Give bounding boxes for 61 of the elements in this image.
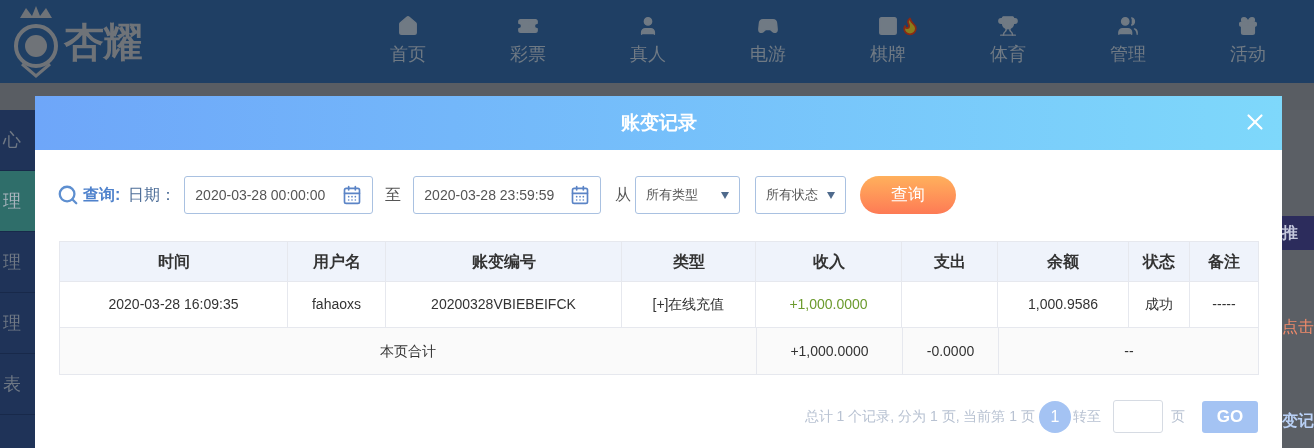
table-cell: 本页合计 — [60, 328, 757, 374]
table-cell: +1,000.0000 — [757, 328, 903, 374]
column-header: 时间 — [60, 242, 288, 281]
logo-text: 杏耀 — [64, 18, 142, 66]
query-label: 查询: — [83, 185, 121, 205]
background-text: 变记 — [1282, 411, 1314, 431]
to-label: 至 — [385, 185, 402, 205]
table-cell-text: ----- — [1211, 295, 1237, 314]
go-button[interactable]: GO — [1202, 400, 1258, 433]
column-header: 类型 — [622, 242, 756, 281]
column-header: 账变编号 — [386, 242, 622, 281]
table-cell: +1,000.0000 — [756, 282, 902, 327]
column-header: 支出 — [902, 242, 998, 281]
from-label: 从 — [615, 185, 632, 205]
people-icon — [1117, 15, 1139, 37]
table-cell: 成功 — [1129, 282, 1190, 327]
pagination-summary: 总计 1 个记录, 分为 1 页, 当前第 1 页 — [804, 407, 1035, 426]
column-header: 备注 — [1207, 251, 1241, 272]
search-icon — [57, 184, 79, 206]
nav-item[interactable]: 活动 — [1188, 0, 1308, 83]
nav-item[interactable]: 管理 — [1068, 0, 1188, 83]
tile-icon — [877, 15, 899, 37]
status-select[interactable]: 所有状态 — [755, 176, 847, 214]
caret-icon — [827, 191, 836, 199]
nav-item[interactable]: 电游 — [708, 0, 828, 83]
table-cell: fahaoxs — [288, 282, 386, 327]
nav-item[interactable]: 棋牌 — [828, 0, 948, 83]
nav-item[interactable]: 彩票 — [468, 0, 588, 83]
column-header: 用户名 — [288, 242, 386, 281]
column-header: 状态 — [1129, 242, 1190, 281]
trophy-icon — [997, 15, 1019, 37]
background-text: 推 — [1282, 223, 1298, 243]
page-label: 页 — [1171, 407, 1185, 426]
search-button[interactable]: 查询 — [860, 176, 957, 214]
calendar-icon — [342, 185, 363, 205]
dialog-title: 账变记录 — [620, 110, 697, 135]
page-button[interactable]: 1 — [1039, 400, 1071, 433]
table-cell: -0.0000 — [903, 328, 999, 374]
goto-label: 转至 — [1073, 407, 1101, 426]
start-date-field[interactable]: 2020-03-28 00:00:00 — [184, 176, 374, 214]
calendar-icon — [570, 185, 591, 205]
page-input-field[interactable] — [1113, 400, 1163, 433]
date-label: 日期： — [128, 185, 177, 205]
gift-icon — [1237, 15, 1259, 37]
background-text: 点击 — [1282, 317, 1314, 337]
table-cell: 2020-03-28 16:09:35 — [60, 282, 288, 327]
column-header: 余额 — [998, 242, 1129, 281]
caret-icon — [721, 191, 730, 199]
table-cell: 1,000.9586 — [998, 282, 1129, 327]
table-cell: 20200328VBIEBEIFCK — [386, 282, 622, 327]
nav-item[interactable]: 体育 — [948, 0, 1068, 83]
table-cell: [+]在线充值 — [622, 282, 756, 327]
nav-item[interactable]: 首页 — [348, 0, 468, 83]
sidebar-item[interactable]: 理 — [0, 171, 35, 232]
end-date-field[interactable]: 2020-03-28 23:59:59 — [413, 176, 602, 214]
nav-item[interactable]: 真人 — [588, 0, 708, 83]
flame-icon — [900, 16, 920, 36]
type-select[interactable]: 所有类型 — [635, 176, 741, 214]
column-header: 收入 — [756, 242, 902, 281]
house-icon — [397, 15, 419, 37]
table-cell-text: -- — [1123, 341, 1135, 361]
